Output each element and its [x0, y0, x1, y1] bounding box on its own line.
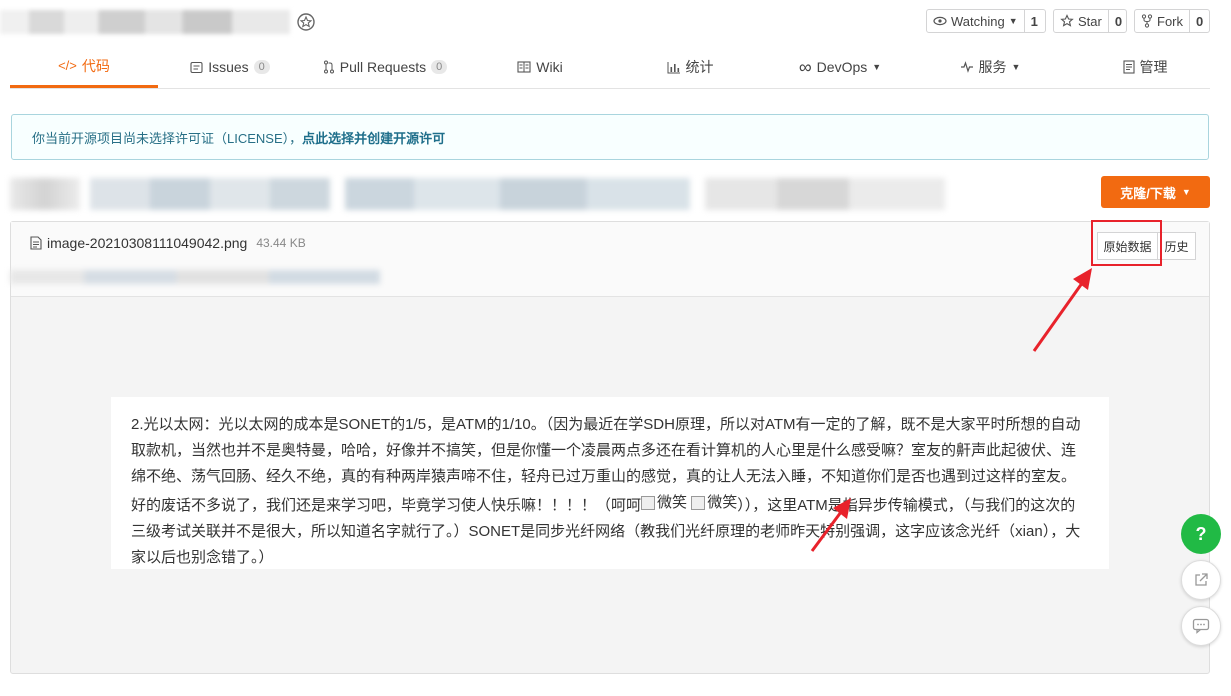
feedback-button[interactable] [1181, 606, 1221, 646]
red-arrow-icon [810, 498, 851, 552]
red-arrow-icon [1032, 268, 1092, 352]
help-button[interactable]: ? [1181, 514, 1221, 554]
chat-icon [1192, 618, 1210, 634]
share-button[interactable] [1181, 560, 1221, 600]
help-label: ? [1195, 523, 1207, 544]
external-link-icon [1193, 572, 1209, 588]
annotation-arrows [810, 268, 1092, 552]
